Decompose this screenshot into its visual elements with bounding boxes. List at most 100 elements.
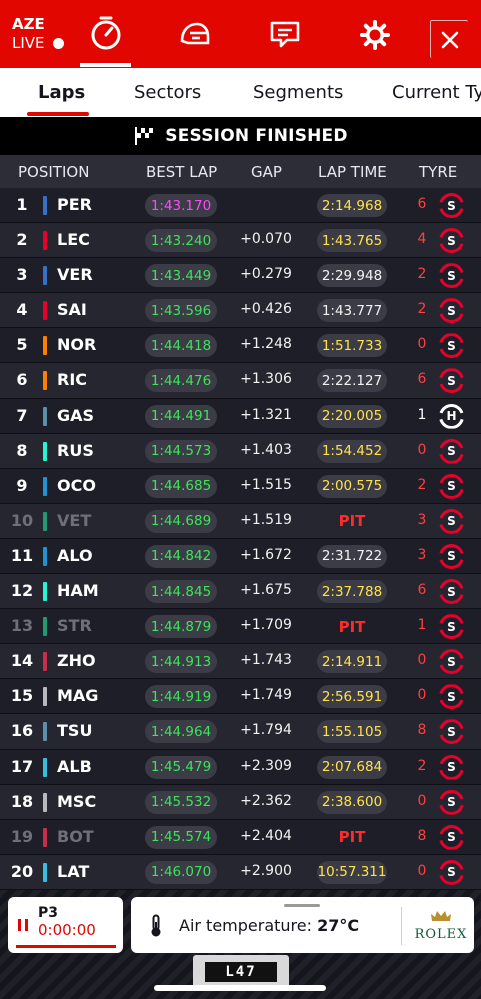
table-row[interactable]: 17 ALB 1:45.479 +2.309 2:07.684 2 S xyxy=(0,749,481,785)
helmet-svg xyxy=(180,22,210,45)
gear-icon[interactable] xyxy=(357,20,393,50)
table-row[interactable]: 14 ZHO 1:44.913 +1.743 2:14.911 0 S xyxy=(0,644,481,680)
tyre-compound: S xyxy=(447,619,456,634)
soft-tyre-icon: S xyxy=(439,860,464,885)
best-lap-time: 1:44.879 xyxy=(145,615,217,639)
close-button[interactable] xyxy=(430,20,468,58)
soft-tyre-icon: S xyxy=(439,368,464,393)
live-dot-icon xyxy=(52,38,64,49)
driver-code: GAS xyxy=(57,405,95,425)
weather-card[interactable]: Air temperature: 27°C ROLEX xyxy=(131,897,474,953)
helmet-icon[interactable] xyxy=(176,20,212,50)
session-card[interactable]: P3 0:00:00 xyxy=(8,897,123,953)
table-row[interactable]: 9 OCO 1:44.685 +1.515 2:00.575 2 S xyxy=(0,468,481,504)
timer-icon[interactable] xyxy=(88,16,124,50)
active-tab-underline xyxy=(27,112,89,116)
last-lap-time: 10:57.311 xyxy=(317,860,387,884)
table-row[interactable]: 8 RUS 1:44.573 +1.403 1:54.452 0 S xyxy=(0,433,481,469)
table-row[interactable]: 15 MAG 1:44.919 +1.749 2:56.591 0 S xyxy=(0,679,481,715)
tyre-age: 8 xyxy=(417,722,427,739)
tyre-age: 6 xyxy=(417,582,427,599)
tyre-compound: S xyxy=(447,479,456,494)
tyre-age: 2 xyxy=(417,476,427,493)
team-color-bar xyxy=(43,582,47,602)
drag-handle[interactable] xyxy=(284,904,320,907)
row-position: 18 xyxy=(10,791,34,811)
tyre-age: 3 xyxy=(417,546,427,563)
table-row[interactable]: 2 LEC 1:43.240 +0.070 1:43.765 4 S xyxy=(0,223,481,259)
tyre-age: 4 xyxy=(417,231,427,248)
tyre-age: 8 xyxy=(417,827,427,844)
row-position: 1 xyxy=(16,195,28,214)
team-color-bar xyxy=(43,757,47,777)
driver-code: LAT xyxy=(57,861,90,881)
row-position: 8 xyxy=(16,440,28,460)
table-row[interactable]: 19 BOT 1:45.574 +2.404 PIT 8 S xyxy=(0,819,481,855)
team-color-bar xyxy=(43,617,47,637)
last-lap-time: 2:29.948 xyxy=(317,264,387,288)
tyre-age: 0 xyxy=(417,336,427,353)
soft-tyre-icon: S xyxy=(439,509,464,534)
home-indicator[interactable] xyxy=(154,985,326,991)
tab-segments[interactable]: Segments xyxy=(253,68,343,117)
gap-to-leader: +1.709 xyxy=(240,617,292,634)
best-lap-time: 1:43.449 xyxy=(145,264,217,288)
table-row[interactable]: 5 NOR 1:44.418 +1.248 1:51.733 0 S xyxy=(0,328,481,364)
best-lap-time: 1:44.964 xyxy=(145,720,217,744)
last-lap-time: 2:38.600 xyxy=(317,790,387,814)
session-status: SESSION FINISHED xyxy=(165,126,348,146)
best-lap-time: 1:44.476 xyxy=(145,369,217,393)
timer-svg xyxy=(91,16,121,50)
gap-to-leader: +2.362 xyxy=(240,792,292,809)
chat-icon[interactable] xyxy=(267,20,303,50)
table-row[interactable]: 7 GAS 1:44.491 +1.321 2:20.005 1 H xyxy=(0,398,481,434)
row-position: 19 xyxy=(10,826,34,846)
tyre-compound: S xyxy=(447,865,456,880)
pit-status: PIT xyxy=(338,617,366,636)
thermometer-icon xyxy=(151,914,161,937)
tab-laps[interactable]: Laps xyxy=(38,68,85,117)
tyre-age: 0 xyxy=(417,687,427,704)
tab-sectors[interactable]: Sectors xyxy=(134,68,201,117)
table-row[interactable]: 6 RIC 1:44.476 +1.306 2:22.127 6 S xyxy=(0,363,481,399)
tab-current-tyre[interactable]: Current Tyr xyxy=(392,68,481,117)
row-position: 2 xyxy=(16,230,28,250)
table-row[interactable]: 10 VET 1:44.689 +1.519 PIT 3 S xyxy=(0,503,481,539)
car-nose: L47 xyxy=(193,955,289,989)
table-row[interactable]: 11 ALO 1:44.842 +1.672 2:31.722 3 S xyxy=(0,538,481,575)
tab-bar: Laps Sectors Segments Current Tyr xyxy=(0,68,481,117)
soft-tyre-icon: S xyxy=(439,544,464,569)
gap-to-leader: +0.426 xyxy=(240,301,292,318)
driver-code: STR xyxy=(57,616,92,636)
row-position: 17 xyxy=(10,756,34,776)
brand: AZE LIVE xyxy=(0,15,80,53)
table-row[interactable]: 12 HAM 1:44.845 +1.675 2:37.788 6 S xyxy=(0,574,481,610)
table-row[interactable]: 3 VER 1:43.449 +0.279 2:29.948 2 S xyxy=(0,258,481,294)
sponsor-divider xyxy=(401,907,402,945)
header-tyre: TYRE xyxy=(419,163,458,181)
table-row[interactable]: 4 SAI 1:43.596 +0.426 1:43.777 2 S xyxy=(0,293,481,329)
soft-tyre-icon: S xyxy=(439,755,464,780)
tyre-compound: S xyxy=(447,654,456,669)
last-lap-time: 1:55.105 xyxy=(317,720,387,744)
tyre-age: 1 xyxy=(417,617,427,634)
timing-table: 1 PER 1:43.170 2:14.968 6 S 2 LEC 1:43.240 +0.070… xyxy=(0,188,481,890)
row-position: 15 xyxy=(10,686,34,706)
soft-tyre-icon: S xyxy=(439,649,464,674)
table-row[interactable]: 18 MSC 1:45.532 +2.362 2:38.600 0 S xyxy=(0,784,481,820)
driver-code: RUS xyxy=(57,440,94,460)
session-label: P3 xyxy=(38,905,59,921)
soft-tyre-icon: S xyxy=(439,790,464,815)
best-lap-time: 1:45.479 xyxy=(145,755,217,779)
table-row[interactable]: 1 PER 1:43.170 2:14.968 6 S xyxy=(0,188,481,224)
tyre-compound: S xyxy=(447,830,456,845)
table-row[interactable]: 20 LAT 1:46.070 +2.900 10:57.311 0 S xyxy=(0,854,481,890)
gap-to-leader: +1.321 xyxy=(240,406,292,423)
table-row[interactable]: 13 STR 1:44.879 +1.709 PIT 1 S xyxy=(0,609,481,645)
session-banner: SESSION FINISHED xyxy=(0,117,481,155)
soft-tyre-icon: S xyxy=(439,684,464,709)
tyre-age: 2 xyxy=(417,301,427,318)
table-row[interactable]: 16 TSU 1:44.964 +1.794 1:55.105 8 S xyxy=(0,714,481,750)
driver-code: NOR xyxy=(57,335,97,355)
row-position: 20 xyxy=(10,861,34,881)
